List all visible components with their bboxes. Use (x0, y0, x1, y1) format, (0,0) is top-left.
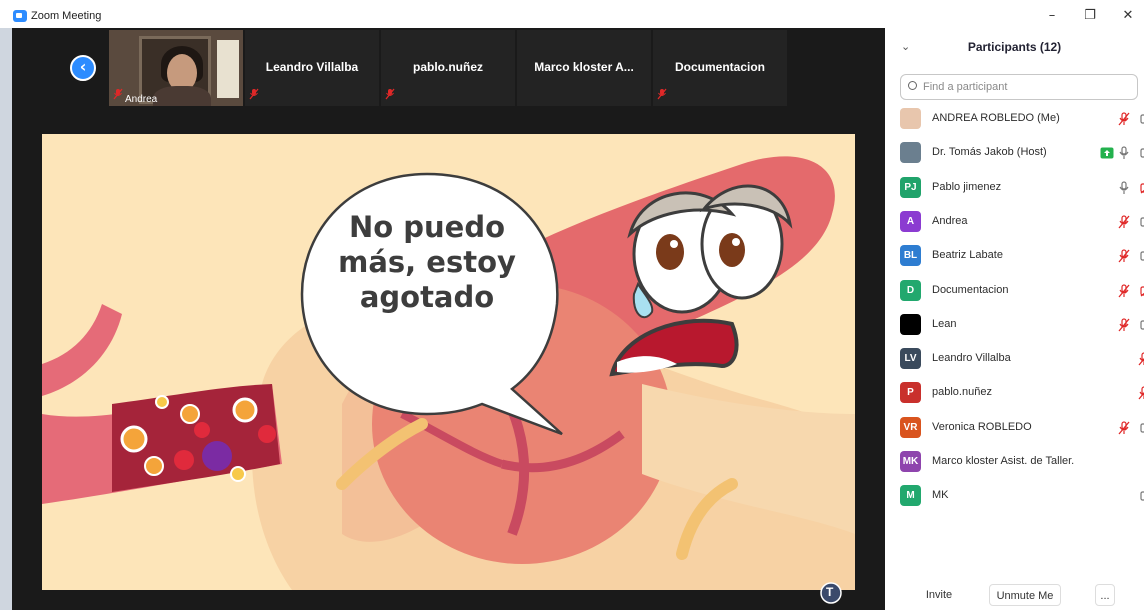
participant-avatar: MK (900, 451, 921, 472)
speech-bubble-text: No puedo más, estoy agotado (312, 210, 542, 315)
body (153, 86, 211, 106)
participant-status-icons (1070, 454, 1140, 470)
participants-panel: ⌄ Participants (12) Find a participant A… (885, 28, 1144, 610)
participant-row[interactable]: MK Marco kloster Asist. de Taller. (900, 450, 1140, 474)
title-bar: Zoom Meeting – ❐ ✕ (0, 0, 1144, 28)
window-edge (0, 28, 12, 610)
participant-row[interactable]: M MK (900, 484, 1144, 508)
participant-name: Andrea (932, 214, 968, 227)
participant-status-icons (1070, 111, 1144, 127)
restore-button[interactable]: ❐ (1080, 6, 1100, 26)
video-tile-pablo[interactable]: pablo.nuñez (381, 30, 515, 106)
tile-name: Marco kloster A... (534, 60, 634, 74)
tile-name: Leandro Villalba (265, 60, 359, 74)
video-tile-documentacion[interactable]: Documentacion (653, 30, 787, 106)
participant-status-icons (1070, 248, 1144, 264)
muted-mic-icon (657, 85, 667, 104)
meeting-stage: ‹ Andrea Leandro Villalba pablo.nuñez Ma… (12, 28, 885, 610)
search-icon (908, 81, 917, 90)
self-view-label: Andrea (125, 94, 158, 105)
participant-name: ANDREA ROBLEDO (Me) (932, 112, 1060, 124)
participant-status-icons (1070, 385, 1144, 401)
zoom-window: Zoom Meeting – ❐ ✕ ‹ Andrea Leandro Vill… (0, 0, 1144, 610)
participant-row[interactable]: Dr. Tomás Jakob (Host) (900, 141, 1144, 165)
participant-photo-avatar (900, 142, 921, 164)
participant-row[interactable]: D Documentacion (900, 279, 1144, 303)
more-button[interactable]: ... (1095, 584, 1115, 606)
participant-avatar: VR (900, 416, 921, 438)
participant-photo-avatar (900, 108, 921, 129)
muted-mic-icon (113, 85, 123, 104)
muted-mic-icon (249, 85, 259, 104)
t-watermark-letter: T (826, 585, 834, 599)
participant-avatar: M (900, 485, 921, 507)
participant-avatar: LV (900, 348, 921, 370)
participants-title: Participants (12) (967, 40, 1062, 54)
participant-name: Lean (932, 317, 957, 330)
participant-row[interactable]: Lean (900, 313, 1144, 337)
participant-name: Documentacion (932, 283, 1009, 296)
strip-back-arrow-icon[interactable]: ‹ (70, 55, 96, 81)
participant-avatar (900, 313, 921, 335)
participant-name: Leandro Villalba (932, 352, 1011, 365)
speech-line-2: más, estoy (338, 245, 516, 279)
participant-row[interactable]: Ppablo.nuñez (900, 381, 1144, 405)
muted-mic-icon (385, 85, 395, 104)
participant-row[interactable]: ANDREA ROBLEDO (Me) (900, 107, 1144, 131)
participant-status-icons (1070, 145, 1144, 161)
participant-status-icons (1070, 214, 1144, 230)
participant-search-input[interactable]: Find a participant (900, 74, 1138, 100)
participant-name: Pablo jimenez (932, 180, 1002, 193)
participant-name: Marco kloster Asist. de Taller. (932, 455, 1075, 467)
window-title: Zoom Meeting (31, 10, 102, 22)
participant-row[interactable]: LV Leandro Villalba (900, 347, 1144, 371)
speech-line-1: No puedo (348, 210, 506, 244)
speech-line-3: agotado (359, 280, 495, 314)
participant-name: Dr. Tomás Jakob (Host) (932, 146, 1047, 159)
pancreas-illustration (42, 134, 855, 590)
participant-avatar: BL (900, 245, 921, 267)
participant-row[interactable]: VR Veronica ROBLEDO (900, 416, 1144, 440)
shared-screen: No puedo más, estoy agotado (42, 134, 855, 590)
participant-avatar: D (900, 279, 921, 301)
video-tile-marco[interactable]: Marco kloster A... (517, 30, 651, 106)
participant-name: pablo.nuñez (932, 386, 992, 399)
tile-name: pablo.nuñez (413, 60, 483, 74)
participant-name: Veronica ROBLEDO (932, 420, 1032, 433)
participant-row[interactable]: A Andrea (900, 210, 1144, 234)
participant-status-icons (1070, 180, 1144, 196)
zoom-app-icon (13, 10, 27, 22)
participant-status-icons (1070, 351, 1144, 367)
participant-name: Beatriz Labate (932, 249, 1003, 262)
participant-row[interactable]: BL Beatriz Labate (900, 244, 1144, 268)
participant-avatar: A (900, 210, 921, 232)
participant-row[interactable]: PJ Pablo jimenez (900, 176, 1144, 200)
close-button[interactable]: ✕ (1118, 6, 1138, 26)
participant-avatar: P (900, 382, 921, 404)
participant-name: MK (932, 489, 949, 502)
self-video-tile[interactable]: Andrea (109, 30, 243, 106)
participant-status-icons (1070, 420, 1144, 436)
participant-avatar: PJ (900, 176, 921, 198)
invite-button[interactable]: Invite (913, 584, 965, 606)
participant-status-icons (1070, 488, 1144, 504)
participant-status-icons (1070, 283, 1144, 299)
minimize-button[interactable]: – (1042, 6, 1062, 26)
unmute-me-button[interactable]: Unmute Me (989, 584, 1061, 606)
background-lamp (217, 40, 239, 98)
video-tile-leandro[interactable]: Leandro Villalba (245, 30, 379, 106)
tile-name: Documentacion (674, 60, 765, 74)
participant-status-icons (1070, 317, 1144, 333)
video-strip: ‹ Andrea Leandro Villalba pablo.nuñez Ma… (12, 28, 885, 108)
